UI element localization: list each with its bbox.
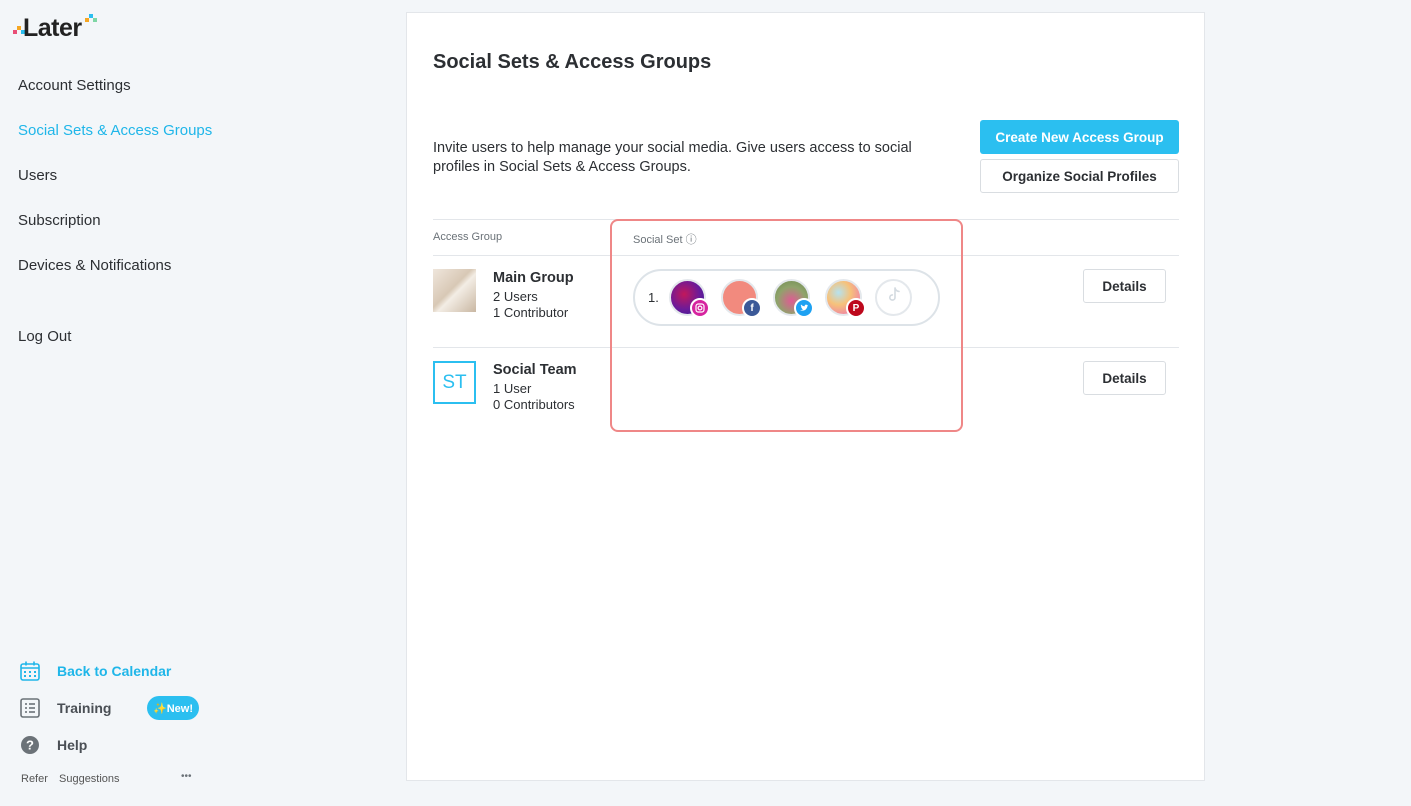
sidebar-item-account-settings[interactable]: Account Settings	[18, 77, 131, 94]
logo-pixel	[93, 18, 97, 22]
sidebar-item-social-sets[interactable]: Social Sets & Access Groups	[18, 122, 212, 139]
details-button[interactable]: Details	[1083, 361, 1166, 395]
sidebar-item-users[interactable]: Users	[18, 167, 57, 184]
group-name: Social Team	[493, 362, 577, 378]
training-label: Training	[57, 700, 112, 716]
column-header-access-group: Access Group	[433, 231, 503, 243]
group-contributors: 1 Contributor	[493, 305, 569, 320]
refer-link[interactable]: Refer	[21, 773, 48, 785]
sidebar-item-devices-notifications[interactable]: Devices & Notifications	[18, 257, 171, 274]
logo-pixel	[85, 18, 89, 22]
suggestions-link[interactable]: Suggestions	[59, 773, 120, 785]
logo-text: Later	[23, 14, 82, 42]
help-label: Help	[57, 737, 88, 753]
details-button[interactable]: Details	[1083, 269, 1166, 303]
training-link[interactable]: Training	[18, 696, 111, 720]
sidebar-item-subscription[interactable]: Subscription	[18, 212, 101, 229]
new-badge: ✨New!	[147, 696, 199, 720]
organize-social-profiles-button[interactable]: Organize Social Profiles	[980, 159, 1179, 193]
calendar-icon	[18, 659, 42, 683]
checklist-icon	[18, 696, 42, 720]
logo-pixel	[13, 30, 17, 34]
page-description: Invite users to help manage your social …	[433, 140, 912, 175]
svg-text:?: ?	[26, 738, 34, 753]
help-icon: ?	[18, 733, 42, 757]
highlight-box	[610, 219, 963, 432]
more-options-icon[interactable]: •••	[181, 771, 192, 782]
logout-link[interactable]: Log Out	[18, 328, 71, 345]
group-contributors: 0 Contributors	[493, 397, 575, 412]
back-to-calendar-link[interactable]: Back to Calendar	[18, 659, 171, 683]
back-to-calendar-label: Back to Calendar	[57, 663, 172, 679]
page-title: Social Sets & Access Groups	[433, 51, 712, 73]
group-users: 1 User	[493, 381, 532, 396]
group-users: 2 Users	[493, 289, 538, 304]
help-link[interactable]: ? Help	[18, 733, 87, 757]
group-initials-avatar: ST	[433, 361, 476, 404]
group-name: Main Group	[493, 270, 574, 286]
create-access-group-button[interactable]: Create New Access Group	[980, 120, 1179, 154]
group-thumbnail	[433, 269, 476, 312]
